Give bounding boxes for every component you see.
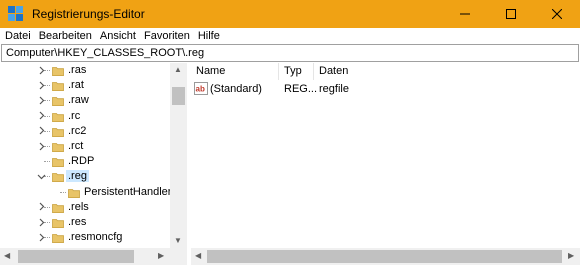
tree-vertical-scrollbar[interactable]: ▲ ▼ [170,63,187,248]
folder-icon [52,126,64,137]
tree-item-label: .raw [68,94,89,107]
window-title: Registrierungs-Editor [32,7,145,21]
chevron-right-icon[interactable] [36,217,46,227]
address-path: Computer\HKEY_CLASSES_ROOT\.reg [6,47,205,59]
scroll-up-icon[interactable]: ▲ [174,65,182,74]
list-row[interactable]: ab (Standard) REG... regfile [191,81,580,98]
tree-item-label: .ras [68,64,87,76]
tree-item[interactable]: .rc [0,109,170,124]
maximize-icon [506,9,516,19]
menu-bearbeiten[interactable]: Bearbeiten [39,30,92,42]
menu-hilfe[interactable]: Hilfe [198,30,220,42]
tree-item-label: .res [68,216,87,228]
folder-icon [52,217,64,229]
close-button[interactable] [534,0,580,28]
menu-datei[interactable]: Datei [5,30,31,42]
folder-icon [52,171,64,183]
folder-icon [52,95,64,107]
menu-bar: Datei Bearbeiten Ansicht Favoriten Hilfe [0,28,580,44]
value-name: (Standard) [210,83,262,95]
maximize-button[interactable] [488,0,534,28]
scroll-left-icon[interactable]: ◀ [195,251,201,260]
tree-horizontal-scroll-thumb[interactable] [18,250,134,263]
tree-connector [44,161,50,163]
values-list: Name Typ Daten ab (Standard) REG... regf… [191,63,580,248]
tree-item[interactable]: .raw [0,93,170,108]
chevron-right-icon[interactable] [36,65,46,75]
list-horizontal-scroll-thumb[interactable] [207,250,562,263]
minimize-icon [460,13,470,15]
tree-item[interactable]: .res [0,215,170,230]
scroll-right-icon[interactable]: ▶ [568,251,574,260]
scroll-right-icon[interactable]: ▶ [158,251,164,260]
tree-item[interactable]: .rct [0,139,170,154]
tree-item[interactable]: .rels [0,200,170,215]
column-divider[interactable] [278,63,279,80]
folder-icon [52,111,64,122]
scroll-down-icon[interactable]: ▼ [174,236,182,245]
chevron-right-icon[interactable] [36,232,46,242]
tree-item-label: .rc [68,109,81,122]
title-bar[interactable]: Registrierungs-Editor [0,0,580,28]
tree-item-label: .rat [68,79,84,92]
folder-icon [52,141,64,153]
tree-item-label: .resmoncfg [68,231,123,244]
menu-ansicht[interactable]: Ansicht [100,30,136,42]
folder-icon [52,65,64,77]
column-header-type[interactable]: Typ [284,65,302,77]
value-data: regfile [319,83,349,95]
string-value-icon: ab [194,82,208,95]
column-header-name[interactable]: Name [196,65,225,77]
folder-icon [52,232,64,244]
column-header-data[interactable]: Daten [319,65,348,77]
close-icon [552,9,562,19]
tree-item[interactable]: .ras [0,63,170,78]
value-type: REG... [284,83,318,95]
folder-icon [52,156,64,168]
folder-icon [52,80,64,92]
address-bar[interactable]: Computer\HKEY_CLASSES_ROOT\.reg [1,44,579,62]
folder-icon [52,202,64,213]
chevron-right-icon[interactable] [36,80,46,90]
svg-text:ab: ab [196,85,205,94]
list-header: Name Typ Daten [191,63,580,80]
chevron-right-icon[interactable] [36,111,46,121]
chevron-right-icon[interactable] [36,95,46,105]
tree-item[interactable]: PersistentHandler [0,185,172,200]
list-horizontal-scrollbar[interactable]: ◀ ▶ [191,248,580,265]
regedit-app-icon [8,6,24,22]
tree-item[interactable]: .rc2 [0,124,170,139]
scroll-left-icon[interactable]: ◀ [4,251,10,260]
tree-item[interactable]: .reg [0,169,170,184]
tree-connector [60,191,66,193]
chevron-right-icon[interactable] [36,202,46,212]
tree-vertical-scroll-thumb[interactable] [172,87,185,105]
tree-item-label: .rels [68,200,89,213]
chevron-right-icon[interactable] [36,141,46,151]
tree-horizontal-scrollbar[interactable]: ◀ ▶ [0,248,187,265]
column-divider[interactable] [313,63,314,80]
chevron-right-icon[interactable] [36,126,46,136]
tree-item[interactable]: .rat [0,78,170,93]
folder-icon [68,187,80,198]
tree-item-label: PersistentHandler [84,185,172,198]
tree-item-label: .RDP [68,155,95,168]
tree-item-label: .rct [68,140,84,152]
key-tree: .ras .rat .raw .rc .rc2 .rct .RDP .reg Persisten… [0,63,187,265]
tree-item[interactable]: .RDP [0,154,170,169]
minimize-button[interactable] [442,0,488,28]
chevron-down-icon[interactable] [36,171,46,181]
menu-favoriten[interactable]: Favoriten [144,30,190,42]
tree-item[interactable]: .resmoncfg [0,230,170,245]
tree-item-label: .reg [66,170,89,183]
tree-item-label: .rc2 [68,124,87,137]
